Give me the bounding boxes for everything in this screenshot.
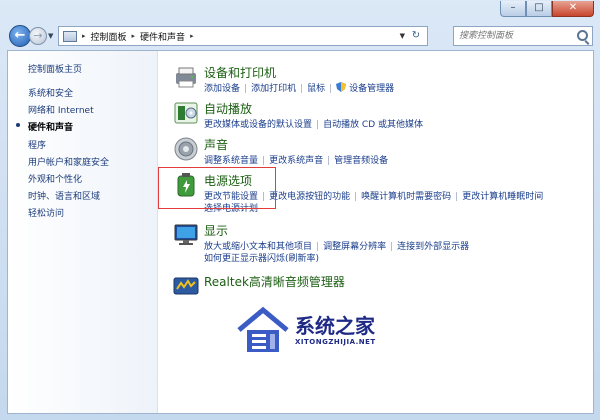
close-button[interactable]: ✕ (552, 1, 594, 17)
forward-button[interactable]: → (29, 27, 47, 45)
refresh-icon[interactable]: ↻ (409, 30, 423, 42)
navigation-bar: ← → ▼ ▸ 控制面板 ▸ 硬件和声音 ▸ ▼ ↻ (0, 20, 600, 50)
window-frame: – □ ✕ ← → ▼ ▸ 控制面板 ▸ 硬件和声音 ▸ ▼ ↻ 控制面板主页 … (0, 0, 600, 420)
search-input[interactable] (454, 27, 566, 45)
link-adjust-volume[interactable]: 调整系统音量 (204, 156, 258, 166)
uac-shield-icon (336, 82, 347, 92)
autoplay-icon (174, 102, 198, 124)
breadcrumb-hardware-sound[interactable]: 硬件和声音 (137, 30, 188, 43)
category-links: 添加设备 | 添加打印机 | 鼠标 | 设备管理器 (204, 82, 395, 94)
sidebar-item-ease-of-access[interactable]: 轻松访问 (28, 206, 64, 219)
search-box[interactable] (453, 26, 593, 46)
link-external-display[interactable]: 连接到外部显示器 (397, 242, 469, 252)
category-title[interactable]: 设备和打印机 (204, 64, 276, 81)
sidebar-item-user-accounts[interactable]: 用户帐户和家庭安全 (28, 155, 109, 168)
sidebar-item-system-security[interactable]: 系统和安全 (28, 86, 73, 99)
category-title[interactable]: 自动播放 (204, 100, 252, 117)
breadcrumb-control-panel[interactable]: 控制面板 (88, 30, 130, 43)
link-change-media-defaults[interactable]: 更改媒体或设备的默认设置 (204, 120, 312, 130)
category-links: 调整系统音量 | 更改系统声音 | 管理音频设备 (204, 156, 389, 166)
breadcrumb-chevron-icon[interactable]: ▸ (80, 32, 88, 40)
category-links: 更改媒体或设备的默认设置 | 自动播放 CD 或其他媒体 (204, 120, 423, 130)
link-screen-resolution[interactable]: 调整屏幕分辨率 (323, 242, 386, 252)
watermark-subtitle: XITONGZHIJIA.NET (295, 338, 376, 346)
link-add-device[interactable]: 添加设备 (204, 84, 240, 94)
printer-icon (176, 67, 196, 88)
sidebar-item-programs[interactable]: 程序 (28, 138, 46, 151)
monitor-icon (174, 224, 198, 245)
minimize-button[interactable]: – (500, 1, 526, 17)
watermark-logo-icon (237, 306, 289, 352)
watermark: 系统之家 XITONGZHIJIA.NET (235, 300, 415, 366)
category-title[interactable]: 声音 (204, 136, 228, 153)
recent-pages-chevron-down-icon[interactable]: ▼ (48, 32, 53, 40)
sidebar-item-network[interactable]: 网络和 Internet (28, 103, 94, 116)
address-chevron-down-icon[interactable]: ▼ (400, 32, 405, 40)
sidebar-item-home[interactable]: 控制面板主页 (28, 62, 82, 75)
link-autoplay-cd[interactable]: 自动播放 CD 或其他媒体 (323, 120, 423, 130)
link-power-button-function[interactable]: 更改电源按钮的功能 (269, 192, 350, 202)
realtek-audio-icon (173, 277, 199, 295)
sidebar-item-hardware-sound[interactable]: 硬件和声音 (28, 120, 73, 133)
maximize-button[interactable]: □ (526, 1, 552, 17)
address-bar[interactable]: ▸ 控制面板 ▸ 硬件和声音 ▸ ▼ ↻ (58, 26, 428, 46)
breadcrumb-chevron-icon[interactable]: ▸ (130, 32, 138, 40)
speaker-icon (174, 137, 198, 161)
sidebar-item-appearance[interactable]: 外观和个性化 (28, 172, 82, 185)
sidebar-item-clock-language[interactable]: 时钟、语言和区域 (28, 189, 100, 202)
link-change-sleep-time[interactable]: 更改计算机睡眠时间 (462, 192, 543, 202)
sidebar: 控制面板主页 系统和安全 网络和 Internet 硬件和声音 程序 用户帐户和… (8, 51, 158, 413)
back-button[interactable]: ← (9, 25, 31, 47)
caption-buttons: – □ ✕ (500, 1, 594, 17)
link-refresh-rate[interactable]: 如何更正显示器闪烁(刷新率) (204, 254, 319, 264)
link-add-printer[interactable]: 添加打印机 (251, 84, 296, 94)
link-require-password-wake[interactable]: 唤醒计算机时需要密码 (361, 192, 451, 202)
watermark-title: 系统之家 (295, 314, 375, 338)
link-manage-audio-devices[interactable]: 管理音频设备 (334, 156, 388, 166)
active-bullet-icon (16, 123, 20, 127)
category-links-row2: 如何更正显示器闪烁(刷新率) (204, 251, 319, 264)
category-title[interactable]: 显示 (204, 222, 228, 239)
link-device-manager[interactable]: 设备管理器 (349, 84, 394, 94)
highlight-box (158, 167, 276, 209)
breadcrumb-chevron-icon[interactable]: ▸ (188, 32, 196, 40)
link-mouse[interactable]: 鼠标 (307, 84, 325, 94)
link-change-system-sounds[interactable]: 更改系统声音 (269, 156, 323, 166)
control-panel-icon (63, 30, 77, 42)
search-icon[interactable] (577, 30, 588, 41)
category-title[interactable]: Realtek高清晰音频管理器 (204, 273, 345, 290)
